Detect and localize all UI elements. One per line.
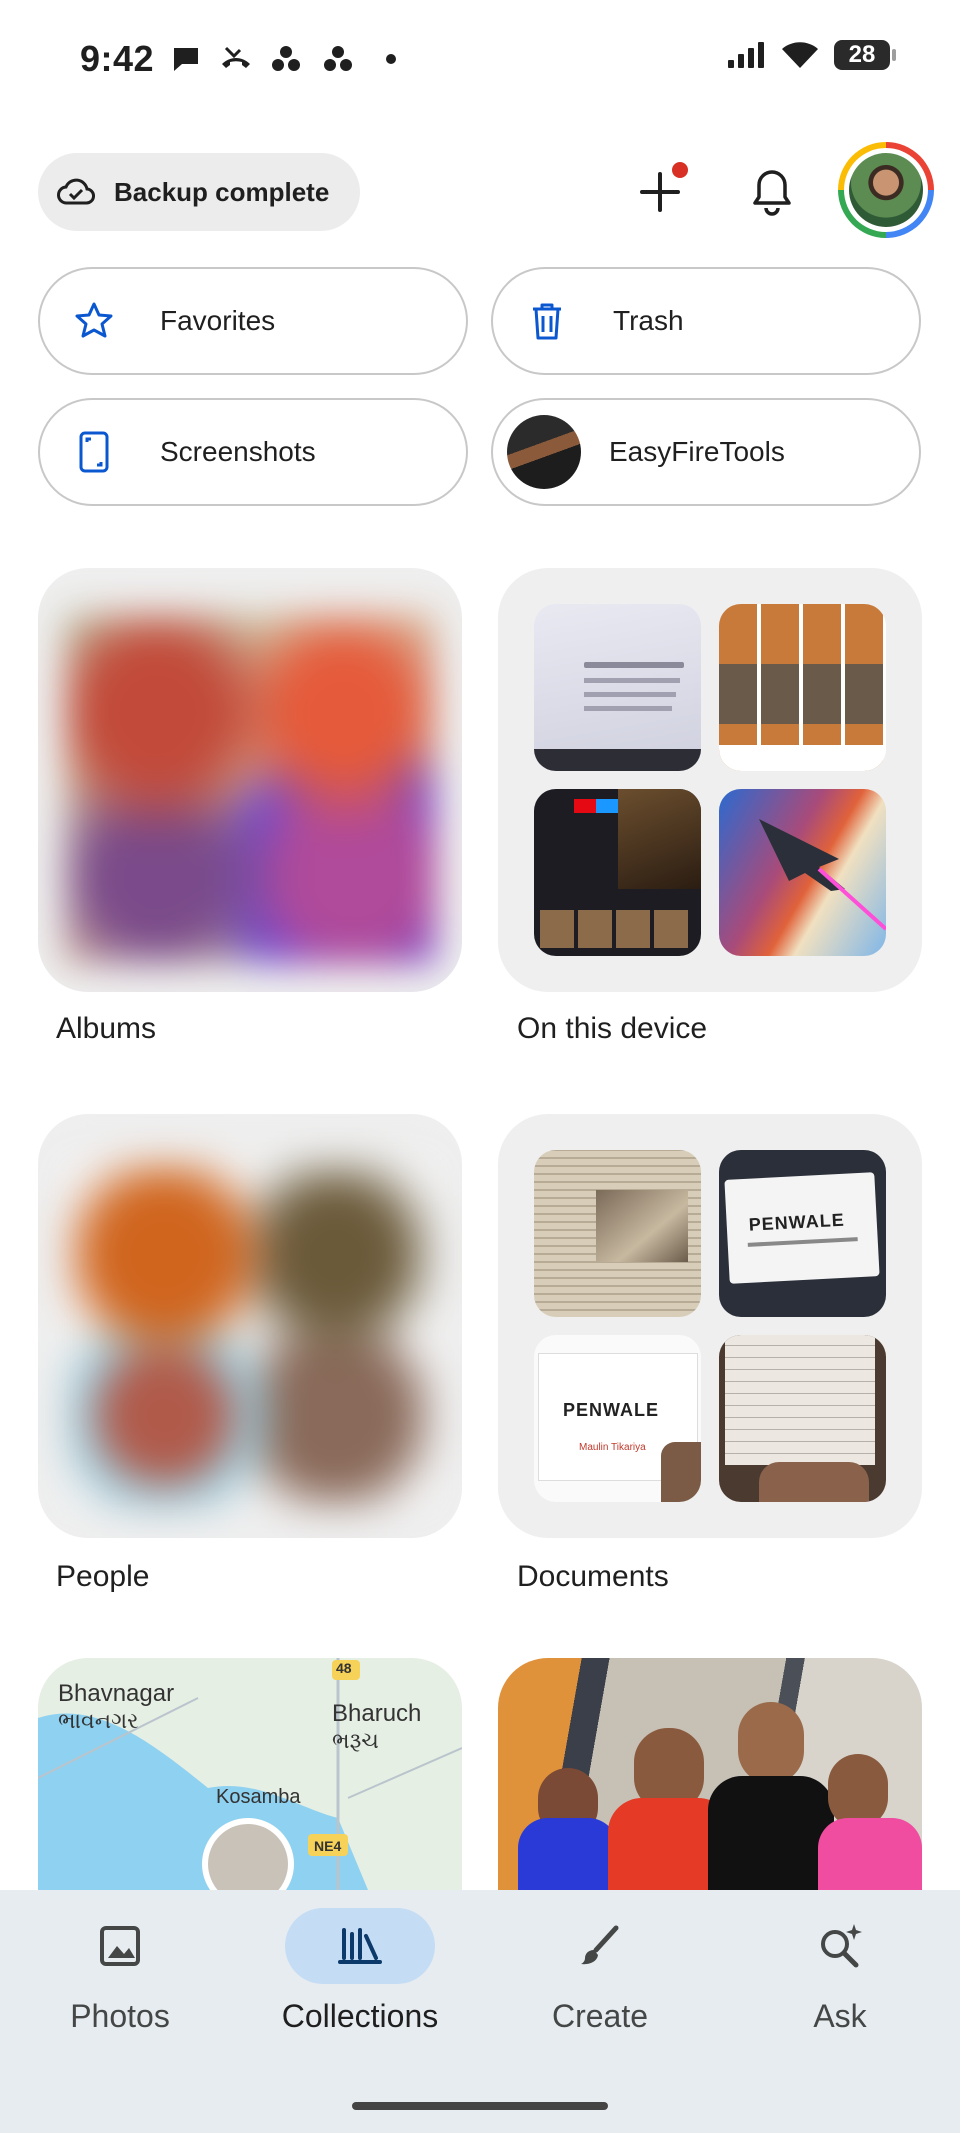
nav-photos[interactable]: Photos — [0, 1890, 240, 2050]
battery-indicator: 28 — [834, 40, 896, 70]
status-time: 9:42 — [80, 38, 155, 79]
star-icon — [66, 293, 122, 349]
map-label-bharuch: Bharuch — [332, 1700, 422, 1727]
screenshots-chip[interactable]: Screenshots — [38, 398, 468, 506]
nav-create-label: Create — [551, 1998, 649, 2034]
nav-create[interactable]: Create — [480, 1890, 720, 2050]
device-photo-tv-screen — [534, 789, 701, 956]
albums-preview — [64, 614, 436, 964]
status-bar: 9:42 28 — [0, 0, 960, 120]
map-road-ne4: NE4 — [314, 1838, 342, 1854]
device-photo-paper — [534, 604, 701, 771]
nav-ask[interactable]: Ask — [720, 1890, 960, 2050]
map-road-48: 48 — [336, 1660, 352, 1676]
document-business-card: PENWALE — [719, 1150, 886, 1317]
notifications-button[interactable] — [732, 152, 812, 232]
places-map-card[interactable]: Bhavnagar ભાવનગર Bharuch ભરૂચ Kosamba 48… — [38, 1658, 462, 1890]
easyfiretools-chip[interactable]: EasyFireTools — [491, 398, 921, 506]
documents-card[interactable]: PENWALE PENWALE Maulin Tikariya — [498, 1114, 922, 1538]
group-photo — [498, 1658, 922, 1890]
signal-icon — [728, 42, 764, 68]
on-this-device-title: On this device — [517, 1012, 708, 1045]
nav-collections-pill — [285, 1908, 435, 1984]
albums-card[interactable] — [38, 568, 462, 992]
missed-call-icon — [222, 46, 250, 68]
backup-status-label: Backup complete — [114, 176, 330, 207]
doc-name-text: Maulin Tikariya — [579, 1442, 646, 1453]
album-thumbnail — [507, 415, 581, 489]
more-notifications-dot-icon — [386, 54, 396, 64]
favorites-label: Favorites — [160, 305, 276, 336]
brush-icon — [581, 1925, 619, 1965]
ask-search-sparkle-icon — [821, 1924, 862, 1968]
add-button[interactable] — [620, 152, 700, 232]
backup-status-chip[interactable]: Backup complete — [38, 153, 360, 231]
group-icon-2 — [324, 46, 352, 71]
people-preview — [64, 1160, 436, 1510]
phone-screenshot-icon — [66, 424, 122, 480]
library-icon — [338, 1928, 382, 1964]
nav-ask-label: Ask — [813, 1998, 867, 2034]
trash-chip[interactable]: Trash — [491, 267, 921, 375]
trash-label: Trash — [613, 305, 684, 336]
screenshots-label: Screenshots — [160, 436, 316, 467]
bell-icon — [753, 170, 791, 216]
nav-collections-label: Collections — [281, 1998, 439, 2034]
document-newspaper — [534, 1150, 701, 1317]
document-business-card-2: PENWALE Maulin Tikariya — [534, 1335, 701, 1502]
map-label-kosamba: Kosamba — [216, 1786, 301, 1808]
group-icon — [272, 46, 300, 71]
notification-dot — [672, 162, 688, 178]
group-photo-card[interactable] — [498, 1658, 922, 1890]
device-photo-food-grid — [719, 604, 886, 771]
home-indicator[interactable] — [352, 2102, 608, 2110]
documents-title: Documents — [517, 1560, 669, 1593]
map-label-bhavnagar-gu: ભાવનગર — [58, 1708, 139, 1733]
easyfiretools-label: EasyFireTools — [609, 436, 785, 467]
doc-brand-text-2: PENWALE — [563, 1400, 660, 1420]
chat-icon — [174, 48, 198, 71]
nav-photos-label: Photos — [70, 1998, 170, 2034]
bottom-navigation: Photos Collections Create Ask — [0, 1890, 960, 2133]
albums-title: Albums — [56, 1012, 157, 1045]
nav-create-pill — [525, 1908, 675, 1984]
map-label-bharuch-gu: ભરૂચ — [332, 1728, 379, 1753]
favorites-chip[interactable]: Favorites — [38, 267, 468, 375]
people-title: People — [56, 1560, 150, 1593]
nav-ask-pill — [765, 1908, 915, 1984]
photo-icon — [100, 1926, 140, 1966]
trash-icon — [519, 293, 575, 349]
doc-brand-text: PENWALE — [748, 1209, 846, 1235]
account-avatar[interactable] — [838, 142, 934, 238]
device-photo-jet — [719, 789, 886, 956]
nav-collections[interactable]: Collections — [240, 1890, 480, 2050]
people-card[interactable] — [38, 1114, 462, 1538]
map-label-bhavnagar: Bhavnagar — [58, 1680, 175, 1707]
cloud-done-icon — [57, 178, 95, 205]
wifi-icon — [782, 42, 818, 68]
nav-photos-pill — [45, 1908, 195, 1984]
on-this-device-card[interactable] — [498, 568, 922, 992]
document-notebook — [719, 1335, 886, 1502]
